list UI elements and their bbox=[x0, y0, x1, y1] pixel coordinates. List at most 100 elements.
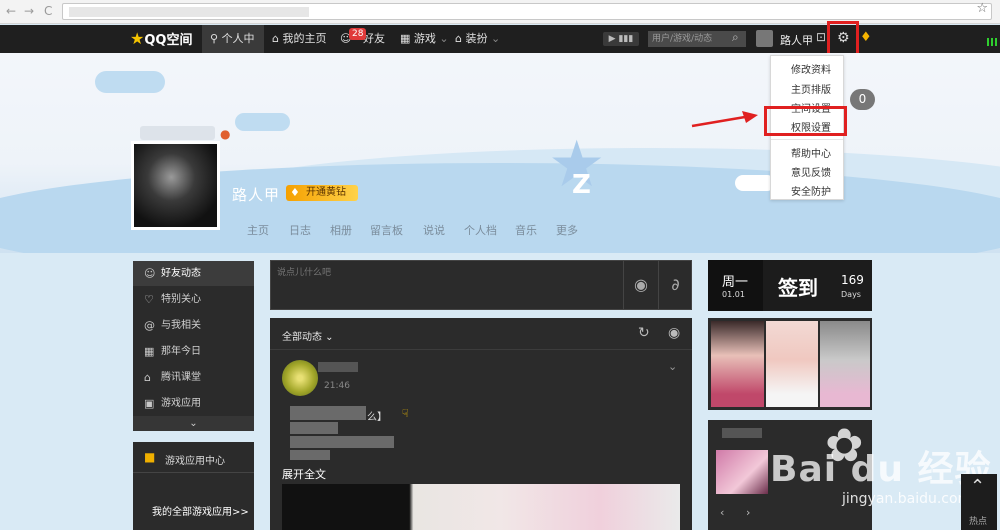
sidebar-item-special-care[interactable]: ♡ 特别关心 bbox=[133, 287, 254, 312]
bookmark-star-icon[interactable]: ☆ bbox=[976, 1, 988, 16]
forward-icon[interactable]: → bbox=[24, 4, 34, 18]
profile-tab-shuoshuo[interactable]: 说说 bbox=[423, 222, 445, 238]
expand-full-text-link[interactable]: 展开全文 bbox=[282, 466, 326, 482]
home-icon: ⌂ bbox=[272, 32, 279, 45]
post-text: 么】 bbox=[367, 412, 387, 423]
at-icon: @ bbox=[144, 319, 155, 332]
date: 01.01 bbox=[722, 290, 745, 299]
calendar-icon: ▦ bbox=[144, 345, 155, 358]
link-icon[interactable]: ∂ bbox=[658, 261, 692, 309]
photo-thumbnail bbox=[820, 321, 870, 407]
star-logo-icon: ★ bbox=[130, 29, 145, 48]
watermark-url: jingyan.baidu.com bbox=[842, 491, 972, 507]
back-icon[interactable]: ← bbox=[6, 4, 16, 18]
check-in-days-count: 169 bbox=[841, 273, 864, 287]
chevron-up-icon: ⌃ bbox=[970, 476, 986, 497]
blurred-text bbox=[290, 450, 330, 460]
profile-tab-home[interactable]: 主页 bbox=[247, 222, 269, 238]
refresh-icon[interactable]: ↻ bbox=[638, 325, 650, 341]
avatar[interactable] bbox=[282, 360, 318, 396]
heart-icon: ♡ bbox=[144, 293, 154, 306]
menu-item-security[interactable]: 安全防护 bbox=[791, 183, 831, 198]
open-vip-button[interactable]: ♦ 开通黄钻 bbox=[286, 185, 358, 201]
camera-icon[interactable]: ◉ bbox=[623, 261, 658, 309]
profile-tab-more[interactable]: 更多 bbox=[556, 222, 578, 238]
post-timestamp: 21:46 bbox=[324, 381, 350, 391]
music-player[interactable]: ▶ ▮▮▮ bbox=[603, 32, 639, 46]
feed-settings-icon[interactable]: ◉ bbox=[668, 325, 680, 341]
status-input[interactable] bbox=[277, 266, 607, 280]
all-game-apps-link[interactable]: 我的全部游戏应用>> bbox=[152, 503, 249, 518]
game-box-title[interactable]: 游戏应用中心 bbox=[165, 452, 225, 467]
game-app-center: ■ 游戏应用中心 我的全部游戏应用>> bbox=[133, 442, 254, 530]
nav-personal-center[interactable]: ⚲ 个人中心 bbox=[202, 25, 264, 73]
notification-count-badge[interactable]: 0 bbox=[850, 89, 875, 110]
date-panel: 周一 01.01 bbox=[708, 260, 763, 311]
profile-tab-album[interactable]: 相册 bbox=[330, 222, 352, 238]
sidebar-expand-button[interactable]: ⌄ bbox=[133, 416, 254, 431]
nav-games[interactable]: ▦ 游戏 ⌄ bbox=[400, 25, 449, 53]
post-image[interactable] bbox=[282, 484, 680, 530]
avatar[interactable] bbox=[756, 30, 773, 47]
game-app-icon: ■ bbox=[144, 450, 156, 464]
sidebar-item-related[interactable]: @ 与我相关 bbox=[133, 313, 254, 338]
nav-dressup[interactable]: ⌂ 装扮 ⌄ bbox=[455, 25, 500, 53]
thumbs-down-icon: ☟ bbox=[402, 407, 409, 420]
sidebar-item-tencent-class[interactable]: ⌂ 腾讯课堂 bbox=[133, 365, 254, 390]
profile-tab-guestbook[interactable]: 留言板 bbox=[370, 222, 403, 238]
blurred-title bbox=[722, 428, 762, 438]
weekday: 周一 bbox=[722, 275, 749, 290]
qzone-logo[interactable]: ★QQ空间 bbox=[130, 29, 192, 48]
left-sidebar-menu: ☺ 好友动态 ♡ 特别关心 @ 与我相关 ▦ 那年今日 ⌂ 腾讯课堂 ▣ 游戏应用 ⌄ bbox=[133, 261, 254, 431]
blurred-text bbox=[290, 436, 394, 448]
profile-tab-blog[interactable]: 日志 bbox=[289, 222, 311, 238]
photo-thumbnail bbox=[711, 321, 764, 407]
friends-badge: 28 bbox=[349, 28, 367, 40]
sidebar-item-friend-feed[interactable]: ☺ 好友动态 bbox=[133, 261, 254, 286]
cloud-icon bbox=[235, 113, 290, 131]
reload-icon[interactable]: C bbox=[44, 4, 52, 18]
address-bar[interactable] bbox=[62, 3, 992, 20]
nav-my-homepage[interactable]: ⌂ 我的主页 bbox=[272, 25, 326, 53]
check-in-days-label: Days bbox=[841, 290, 861, 299]
profile-tab-profile[interactable]: 个人档 bbox=[464, 222, 497, 238]
back-to-top-button[interactable]: ⌃ 热点 bbox=[961, 474, 997, 530]
photo-ad-card[interactable] bbox=[708, 318, 872, 410]
apps-icon: ▣ bbox=[144, 397, 155, 410]
menu-divider bbox=[771, 139, 843, 140]
diamond-icon: ♦ bbox=[290, 186, 300, 199]
blurred-text bbox=[290, 422, 338, 434]
photo-thumbnail bbox=[766, 321, 818, 407]
check-in-button[interactable]: 签到 bbox=[778, 272, 818, 301]
vip-diamond-icon[interactable]: ♦ bbox=[860, 30, 872, 45]
profile-name: 路人甲 bbox=[232, 186, 281, 204]
nav-friends[interactable]: ☺ 28 好友 bbox=[340, 25, 385, 53]
sidebar-item-game-apps[interactable]: ▣ 游戏应用 bbox=[133, 391, 254, 416]
shirt-icon: ⌂ bbox=[455, 32, 462, 45]
menu-item-layout[interactable]: 主页排版 bbox=[791, 81, 831, 96]
menu-item-help[interactable]: 帮助中心 bbox=[791, 145, 831, 160]
menu-item-edit-profile[interactable]: 修改资料 bbox=[791, 61, 831, 76]
person-icon: ⚲ bbox=[210, 32, 219, 45]
qzone-star-icon: ★ Z bbox=[548, 128, 606, 202]
profile-avatar[interactable] bbox=[131, 141, 220, 230]
blurred-nickname bbox=[140, 126, 215, 140]
signal-icon bbox=[987, 38, 997, 46]
chevron-right-icon[interactable]: › bbox=[746, 506, 750, 519]
check-in-widget: 周一 01.01 签到 169 Days bbox=[708, 260, 872, 311]
fruit-icon: ● bbox=[220, 127, 231, 141]
chevron-down-icon[interactable]: ⌄ bbox=[668, 360, 677, 373]
activity-feed: 全部动态 ⌄ ↻ ◉ 21:46 ⌄ 么】 ☟ 展开全文 bbox=[270, 318, 692, 530]
profile-tab-music[interactable]: 音乐 bbox=[515, 222, 537, 238]
chevron-left-icon[interactable]: ‹ bbox=[720, 506, 724, 519]
search-icon[interactable]: ⌕ bbox=[732, 30, 739, 45]
cloud-icon bbox=[735, 175, 775, 191]
menu-item-feedback[interactable]: 意见反馈 bbox=[791, 164, 831, 179]
gear-icon[interactable]: ⚙ bbox=[837, 30, 850, 46]
mail-icon[interactable]: ⊡ bbox=[816, 30, 826, 44]
pointer-arrow-icon bbox=[691, 111, 758, 128]
topbar-username[interactable]: 路人甲 bbox=[780, 32, 813, 48]
sidebar-item-this-day[interactable]: ▦ 那年今日 bbox=[133, 339, 254, 364]
game-thumbnail[interactable] bbox=[716, 450, 768, 494]
feed-filter-dropdown[interactable]: 全部动态 ⌄ bbox=[282, 328, 334, 343]
